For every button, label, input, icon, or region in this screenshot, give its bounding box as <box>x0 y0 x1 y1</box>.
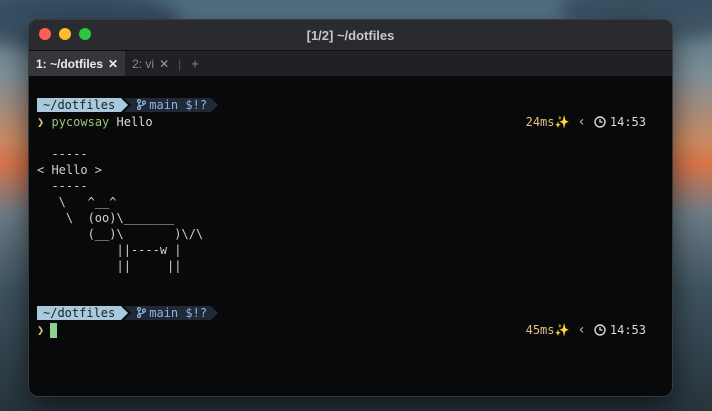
command-name: pycowsay <box>51 115 110 129</box>
window-controls <box>39 28 91 40</box>
prompt-right-status: 45ms✨ ‹ 14:53 <box>526 322 646 338</box>
prompt-directory: ~/dotfiles <box>37 98 129 112</box>
clock-icon <box>594 116 606 128</box>
prompt-symbol: ❯ <box>37 323 45 337</box>
tab-dotfiles[interactable]: 1: ~/dotfiles ✕ <box>29 51 126 76</box>
prompt-git-status: main $!? <box>124 98 218 112</box>
minimize-window-button[interactable] <box>59 28 71 40</box>
close-tab-icon[interactable]: ✕ <box>159 57 169 71</box>
output-line: \ (oo)\_______ <box>37 211 175 225</box>
prompt-git-status: main $!? <box>124 306 218 320</box>
terminal-content[interactable]: ~/dotfiles main $!? ❯ pycowsay Hello 24m… <box>29 76 672 396</box>
output-line: ----- <box>37 179 88 193</box>
tab-label: 2: vi <box>132 56 155 71</box>
command-duration: 24ms✨ <box>525 115 570 129</box>
prompt-time: 14:53 <box>609 115 646 129</box>
output-line: || || <box>37 259 182 273</box>
close-tab-icon[interactable]: ✕ <box>108 57 118 71</box>
tab-separator: | <box>178 56 182 71</box>
chevron-left-icon: ‹ <box>577 114 586 130</box>
git-branch-label: main $!? <box>149 306 208 320</box>
output-line: \ ^__^ <box>37 195 117 209</box>
output-line: ----- <box>37 147 88 161</box>
prompt-directory: ~/dotfiles <box>37 306 129 320</box>
command-line[interactable]: ❯ <box>37 322 58 338</box>
chevron-left-icon: ‹ <box>577 322 586 338</box>
git-branch-icon <box>137 306 147 319</box>
prompt-line: ~/dotfiles main $!? <box>37 306 218 320</box>
output-line: < Hello > <box>37 163 103 177</box>
tab-label: 1: ~/dotfiles <box>36 56 104 71</box>
command-line: ❯ pycowsay Hello <box>37 114 153 130</box>
prompt-line: ~/dotfiles main $!? <box>37 98 218 112</box>
prompt-time: 14:53 <box>609 323 646 337</box>
terminal-window: [1/2] ~/dotfiles 1: ~/dotfiles ✕ 2: vi ✕… <box>28 19 673 397</box>
new-tab-button[interactable]: + <box>191 56 199 71</box>
command-duration: 45ms✨ <box>525 323 570 337</box>
output-line: (__)\ )\/\ <box>37 227 204 241</box>
prompt-right-status: 24ms✨ ‹ 14:53 <box>526 114 646 130</box>
maximize-window-button[interactable] <box>79 28 91 40</box>
git-branch-icon <box>137 98 147 111</box>
tab-vi[interactable]: 2: vi ✕ <box>125 51 176 76</box>
git-branch-label: main $!? <box>149 98 208 112</box>
title-bar: [1/2] ~/dotfiles <box>29 20 672 50</box>
window-title: [1/2] ~/dotfiles <box>306 27 395 43</box>
tab-bar: 1: ~/dotfiles ✕ 2: vi ✕ | + <box>29 50 672 76</box>
clock-icon <box>594 324 606 336</box>
close-window-button[interactable] <box>39 28 51 40</box>
command-argument: Hello <box>116 115 153 129</box>
text-cursor <box>50 323 58 338</box>
prompt-symbol: ❯ <box>37 115 45 129</box>
output-line: ||----w | <box>37 243 182 257</box>
